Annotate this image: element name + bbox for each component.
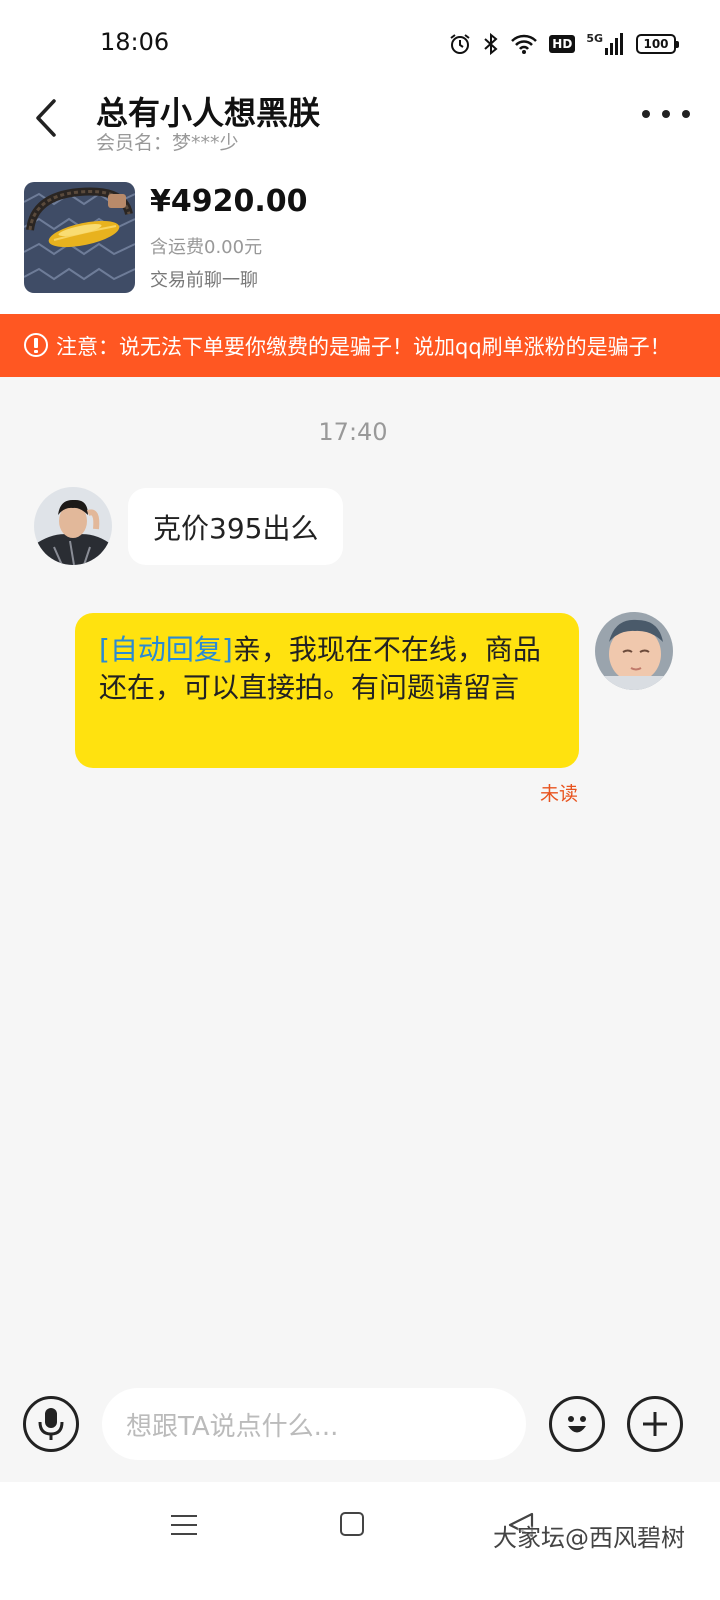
emoji-button[interactable] <box>549 1396 605 1452</box>
buyer-avatar[interactable] <box>34 487 112 565</box>
plus-icon <box>643 1412 667 1436</box>
bluetooth-icon <box>484 32 498 56</box>
more-dot-icon <box>642 110 650 118</box>
warning-banner: 注意：说无法下单要你缴费的是骗子！说加qq刷单涨粉的是骗子！ <box>0 314 720 377</box>
more-dot-icon <box>682 110 690 118</box>
seller-avatar[interactable] <box>595 612 673 690</box>
alarm-icon <box>450 34 470 54</box>
seller-avatar-image <box>595 612 673 690</box>
wifi-icon <box>511 34 538 54</box>
product-card[interactable]: ¥4920.00 含运费0.00元 交易前聊一聊 <box>0 164 720 314</box>
warning-text: 注意：说无法下单要你缴费的是骗子！说加qq刷单涨粉的是骗子！ <box>56 335 671 359</box>
network-type: 5G <box>586 32 603 45</box>
recent-apps-button[interactable] <box>171 1512 197 1538</box>
member-label: 会员名： <box>96 132 173 154</box>
warning-icon <box>24 333 48 357</box>
outgoing-message-bubble[interactable]: [自动回复]亲，我现在不在线，商品还在，可以直接拍。有问题请留言 <box>75 613 579 768</box>
add-attachment-button[interactable] <box>627 1396 683 1452</box>
member-info: 会员名： 梦***少 <box>96 128 239 155</box>
chat-header: 总有小人想黑朕 会员名： 梦***少 <box>0 86 720 164</box>
product-price: ¥4920.00 <box>150 184 308 219</box>
member-name: 梦***少 <box>172 132 239 154</box>
emoji-icon <box>568 1416 586 1433</box>
menu-line-icon <box>171 1524 197 1526</box>
home-button[interactable] <box>340 1512 364 1536</box>
more-options-button[interactable] <box>642 100 690 128</box>
message-timestamp: 17:40 <box>318 418 388 446</box>
menu-line-icon <box>171 1515 197 1517</box>
product-image[interactable] <box>24 182 135 293</box>
status-time: 18:06 <box>100 28 170 56</box>
auto-reply-tag: [自动回复] <box>99 633 233 666</box>
read-status: 未读 <box>540 783 579 805</box>
battery-icon: 100 <box>636 34 679 54</box>
shipping-fee: 含运费0.00元 <box>150 237 263 258</box>
more-dot-icon <box>662 110 670 118</box>
system-navigation-bar: 大家坛@西风碧树 <box>0 1482 720 1600</box>
chat-hint: 交易前聊一聊 <box>150 270 258 291</box>
buyer-avatar-image <box>34 487 112 565</box>
status-icons: HD 5G 100 <box>448 30 679 58</box>
signal-icon <box>605 33 623 55</box>
input-bar: 想跟TA说点什么... <box>0 1370 720 1482</box>
status-bar: 18:06 HD 5G 100 <box>0 0 720 86</box>
hd-badge: HD <box>549 35 576 53</box>
voice-button[interactable] <box>23 1396 79 1452</box>
microphone-icon <box>38 1408 64 1440</box>
incoming-message-text: 克价395出么 <box>153 511 319 545</box>
signal-indicator: 5G <box>586 33 625 55</box>
back-button[interactable] <box>24 92 68 144</box>
chevron-left-icon <box>36 99 56 137</box>
product-bracelet-image <box>24 182 135 293</box>
menu-line-icon <box>171 1533 197 1535</box>
watermark-text: 大家坛@西风碧树 <box>493 1524 685 1552</box>
message-input[interactable]: 想跟TA说点什么... <box>102 1388 526 1460</box>
incoming-message-bubble[interactable]: 克价395出么 <box>128 488 344 565</box>
